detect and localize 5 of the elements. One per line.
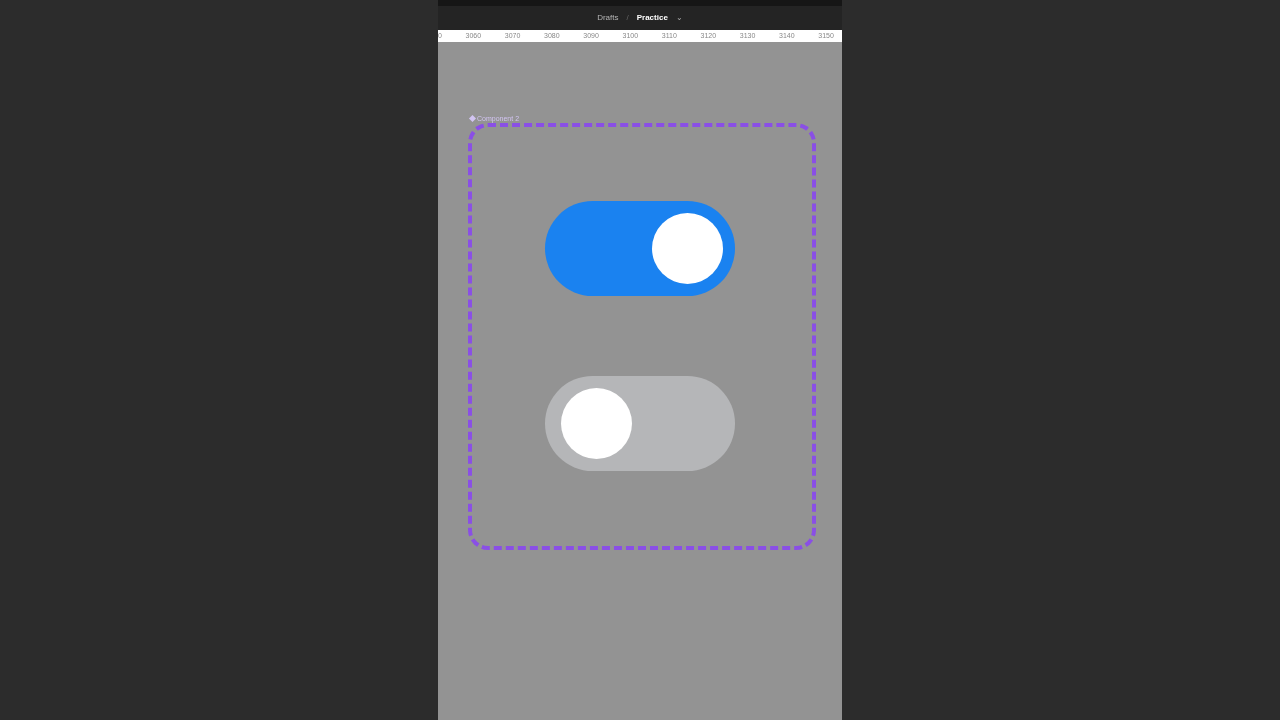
caret-icon[interactable]: ⌄ <box>675 12 683 24</box>
breadcrumb-separator: / <box>626 12 629 24</box>
file-name[interactable]: Practice <box>636 12 668 24</box>
breadcrumb-link[interactable]: Drafts <box>597 12 619 24</box>
component-icon <box>468 114 477 123</box>
